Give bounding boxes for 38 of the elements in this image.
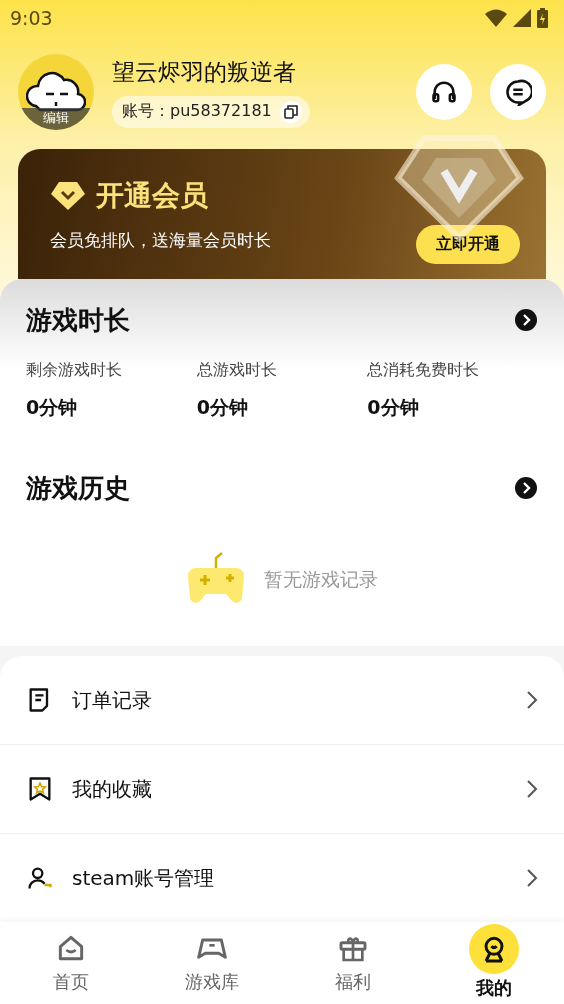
section-title: 游戏时长	[26, 303, 130, 337]
battery-icon	[537, 7, 548, 28]
stat-label: 总消耗免费时长	[367, 359, 481, 381]
stat-value: 0分钟	[367, 394, 420, 420]
menu-item[interactable]: 订单记录	[0, 656, 564, 745]
nav-tab[interactable]: 游戏库	[141, 922, 282, 1004]
nav-tab[interactable]: 福利	[282, 922, 423, 1004]
activate-button[interactable]: 立即开通	[416, 224, 520, 264]
stat-label: 剩余游戏时长	[26, 359, 123, 381]
username: 望云烬羽的叛逆者	[112, 57, 297, 87]
chevron-right-icon	[526, 779, 538, 799]
chevron-right-icon	[526, 868, 538, 888]
menu-label: 订单记录	[72, 686, 153, 714]
menu-item[interactable]: steam账号管理	[0, 834, 564, 922]
menu-label: 我的收藏	[72, 775, 153, 803]
status-time: 9:03	[10, 6, 53, 29]
vip-title: 开通会员	[96, 177, 208, 214]
avatar[interactable]: 编辑	[18, 54, 94, 131]
nav-tab[interactable]: 首页	[0, 922, 141, 1004]
section-title: 游戏历史	[26, 471, 130, 505]
menu-item[interactable]: 我的收藏	[0, 745, 564, 834]
copy-button[interactable]	[279, 100, 302, 123]
stat-value: 0分钟	[196, 394, 249, 420]
wifi-icon	[485, 8, 507, 27]
message-icon	[504, 78, 532, 107]
nav-tab[interactable]: 我的	[423, 922, 564, 1004]
empty-message: 暂无游戏记录	[264, 566, 378, 592]
chevron-right-icon	[526, 690, 538, 710]
chevron-circle-icon[interactable]	[514, 308, 538, 333]
account-label: 账号：pu58372181	[122, 101, 272, 123]
chevron-circle-icon[interactable]	[514, 476, 538, 501]
copy-icon	[283, 104, 298, 119]
stat-label: 总游戏时长	[196, 359, 278, 381]
diamond-icon	[50, 180, 86, 211]
menu-label: steam账号管理	[72, 864, 216, 892]
signal-icon	[513, 8, 531, 27]
vip-subtitle: 会员免排队，送海量会员时长	[50, 228, 272, 252]
stat-value: 0分钟	[26, 394, 79, 420]
